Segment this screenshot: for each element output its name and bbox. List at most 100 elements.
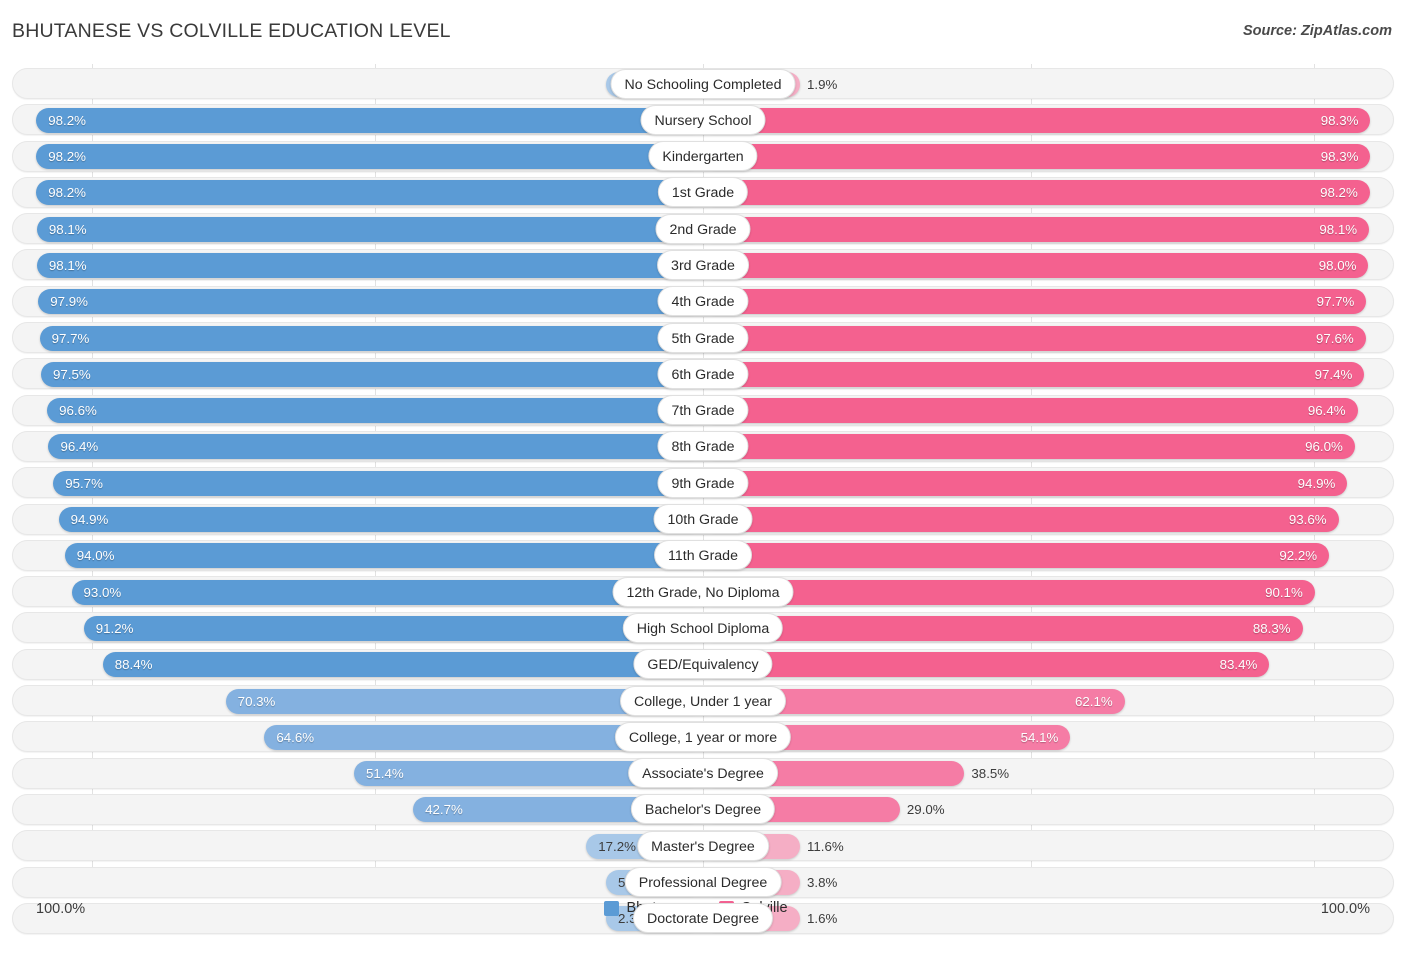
bar-bhutanese[interactable]: 88.4% <box>102 652 703 678</box>
bar-colville[interactable]: 88.3% <box>703 615 1303 641</box>
bar-value-colville: 93.6% <box>1288 512 1327 528</box>
category-label: 10th Grade <box>653 504 753 535</box>
bar-row: 95.7% 94.9% 9th Grade <box>12 465 1394 501</box>
bar-value-bhutanese: 88.4% <box>114 657 153 673</box>
bar-row: 98.2% 98.2% 1st Grade <box>12 175 1394 211</box>
bar-bhutanese[interactable]: 98.2% <box>36 144 703 170</box>
bar-bhutanese[interactable]: 98.2% <box>36 180 703 206</box>
bar-colville[interactable]: 98.1% <box>703 216 1370 242</box>
page-title: BHUTANESE VS COLVILLE EDUCATION LEVEL <box>12 20 451 42</box>
bar-colville[interactable]: 97.6% <box>703 325 1366 351</box>
bar-row: 88.4% 83.4% GED/Equivalency <box>12 647 1394 683</box>
source-attribution: Source: ZipAtlas.com <box>1242 23 1392 39</box>
bar-bhutanese[interactable]: 94.0% <box>64 543 703 569</box>
bar-value-bhutanese: 97.7% <box>51 330 90 346</box>
bar-value-bhutanese: 70.3% <box>237 693 276 709</box>
bar-bhutanese[interactable]: 97.9% <box>38 289 703 315</box>
bar-colville[interactable]: 92.2% <box>703 543 1330 569</box>
bar-value-colville: 83.4% <box>1219 657 1258 673</box>
category-label: Master's Degree <box>637 830 769 861</box>
bar-row: 97.7% 97.6% 5th Grade <box>12 320 1394 356</box>
bar-colville[interactable]: 96.4% <box>703 398 1358 424</box>
bar-row-list: 1.8%1.9%No Schooling Completed 98.2% 98.3%… <box>12 66 1394 937</box>
category-label: 6th Grade <box>657 358 749 389</box>
bar-row: 98.2% 98.3% Nursery School <box>12 102 1394 138</box>
bar-value-colville: 98.1% <box>1319 221 1358 237</box>
category-label: No Schooling Completed <box>610 68 796 99</box>
bar-bhutanese[interactable]: 95.7% <box>53 470 703 496</box>
bar-colville[interactable]: 90.1% <box>703 579 1315 605</box>
bar-value-bhutanese: 93.0% <box>83 584 122 600</box>
category-label: Professional Degree <box>624 867 782 898</box>
bar-row: 98.1% 98.0% 3rd Grade <box>12 247 1394 283</box>
bar-value-bhutanese: 51.4% <box>366 766 404 782</box>
category-label: 4th Grade <box>657 286 749 317</box>
bar-value-bhutanese: 91.2% <box>95 620 134 636</box>
diverging-bar-chart: 1.8%1.9%No Schooling Completed 98.2% 98.3%… <box>0 62 1406 937</box>
bar-value-colville: 92.2% <box>1279 548 1318 564</box>
category-label: 5th Grade <box>657 322 749 353</box>
bar-colville[interactable]: 94.9% <box>703 470 1348 496</box>
category-label: High School Diploma <box>622 612 784 643</box>
bar-colville[interactable]: 98.3% <box>703 144 1371 170</box>
bar-bhutanese[interactable]: 97.5% <box>40 361 703 387</box>
bar-value-bhutanese: 95.7% <box>65 475 103 491</box>
bar-row: 64.6% 54.1% College, 1 year or more <box>12 719 1394 755</box>
bar-value-bhutanese: 98.2% <box>48 185 86 201</box>
category-label: Doctorate Degree <box>633 903 773 934</box>
page-header: BHUTANESE VS COLVILLE EDUCATION LEVEL So… <box>0 0 1406 62</box>
bar-bhutanese[interactable]: 96.6% <box>47 398 703 424</box>
category-label: 1st Grade <box>657 177 749 208</box>
bar-bhutanese[interactable]: 98.2% <box>36 107 703 133</box>
category-label: Bachelor's Degree <box>630 794 776 825</box>
bar-value-bhutanese: 96.4% <box>60 439 99 455</box>
chart-page: BHUTANESE VS COLVILLE EDUCATION LEVEL So… <box>0 0 1406 975</box>
bar-row: 42.7% 29.0% Bachelor's Degree <box>12 792 1394 828</box>
bar-bhutanese[interactable]: 91.2% <box>83 615 703 641</box>
category-label: 11th Grade <box>654 540 752 571</box>
category-label: Nursery School <box>640 104 766 135</box>
category-label: 2nd Grade <box>655 213 751 244</box>
bar-value-bhutanese: 64.6% <box>276 729 315 745</box>
bar-value-bhutanese: 98.2% <box>48 112 86 128</box>
bar-bhutanese[interactable]: 98.1% <box>36 252 703 278</box>
bar-colville[interactable]: 98.3% <box>703 107 1371 133</box>
bar-value-colville: 98.3% <box>1320 112 1359 128</box>
bar-colville[interactable]: 96.0% <box>703 434 1355 460</box>
bar-row: 98.2% 98.3% Kindergarten <box>12 139 1394 175</box>
bar-value-bhutanese: 97.5% <box>52 366 91 382</box>
bar-row: 91.2% 88.3% High School Diploma <box>12 610 1394 646</box>
bar-value-colville: 96.0% <box>1305 439 1343 455</box>
bar-row: 97.5% 97.4% 6th Grade <box>12 356 1394 392</box>
bar-row: 70.3% 62.1% College, Under 1 year <box>12 683 1394 719</box>
bar-value-bhutanese: 97.9% <box>50 294 88 310</box>
bar-row: 93.0% 90.1% 12th Grade, No Diploma <box>12 574 1394 610</box>
bar-colville[interactable]: 97.7% <box>703 289 1367 315</box>
bar-value-bhutanese: 98.1% <box>48 257 87 273</box>
bar-value-colville: 98.2% <box>1320 185 1358 201</box>
bar-bhutanese[interactable]: 98.1% <box>36 216 703 242</box>
category-label: 9th Grade <box>657 467 749 498</box>
bar-colville[interactable]: 97.4% <box>703 361 1365 387</box>
bar-value-bhutanese: 94.0% <box>76 548 115 564</box>
bar-value-colville: 94.9% <box>1297 475 1336 491</box>
bar-bhutanese[interactable]: 97.7% <box>39 325 703 351</box>
bar-row: 5.4%3.8%Professional Degree <box>12 865 1394 901</box>
category-label: GED/Equivalency <box>633 649 773 680</box>
bar-value-colville: 98.0% <box>1318 257 1357 273</box>
bar-value-colville: 90.1% <box>1265 584 1303 600</box>
bar-row: 17.2% 11.6% Master's Degree <box>12 828 1394 864</box>
bar-colville[interactable]: 83.4% <box>703 652 1270 678</box>
category-label: Associate's Degree <box>628 758 778 789</box>
bar-row: 98.1% 98.1% 2nd Grade <box>12 211 1394 247</box>
category-label: 3rd Grade <box>657 249 749 280</box>
bar-colville[interactable]: 98.0% <box>703 252 1369 278</box>
bar-bhutanese[interactable]: 96.4% <box>48 434 703 460</box>
bar-colville[interactable]: 93.6% <box>703 507 1339 533</box>
bar-row: 1.8%1.9%No Schooling Completed <box>12 66 1394 102</box>
bar-value-bhutanese: 94.9% <box>70 512 109 528</box>
bar-row: 96.6% 96.4% 7th Grade <box>12 393 1394 429</box>
bar-bhutanese[interactable]: 93.0% <box>71 579 703 605</box>
bar-colville[interactable]: 98.2% <box>703 180 1370 206</box>
bar-bhutanese[interactable]: 94.9% <box>58 507 703 533</box>
